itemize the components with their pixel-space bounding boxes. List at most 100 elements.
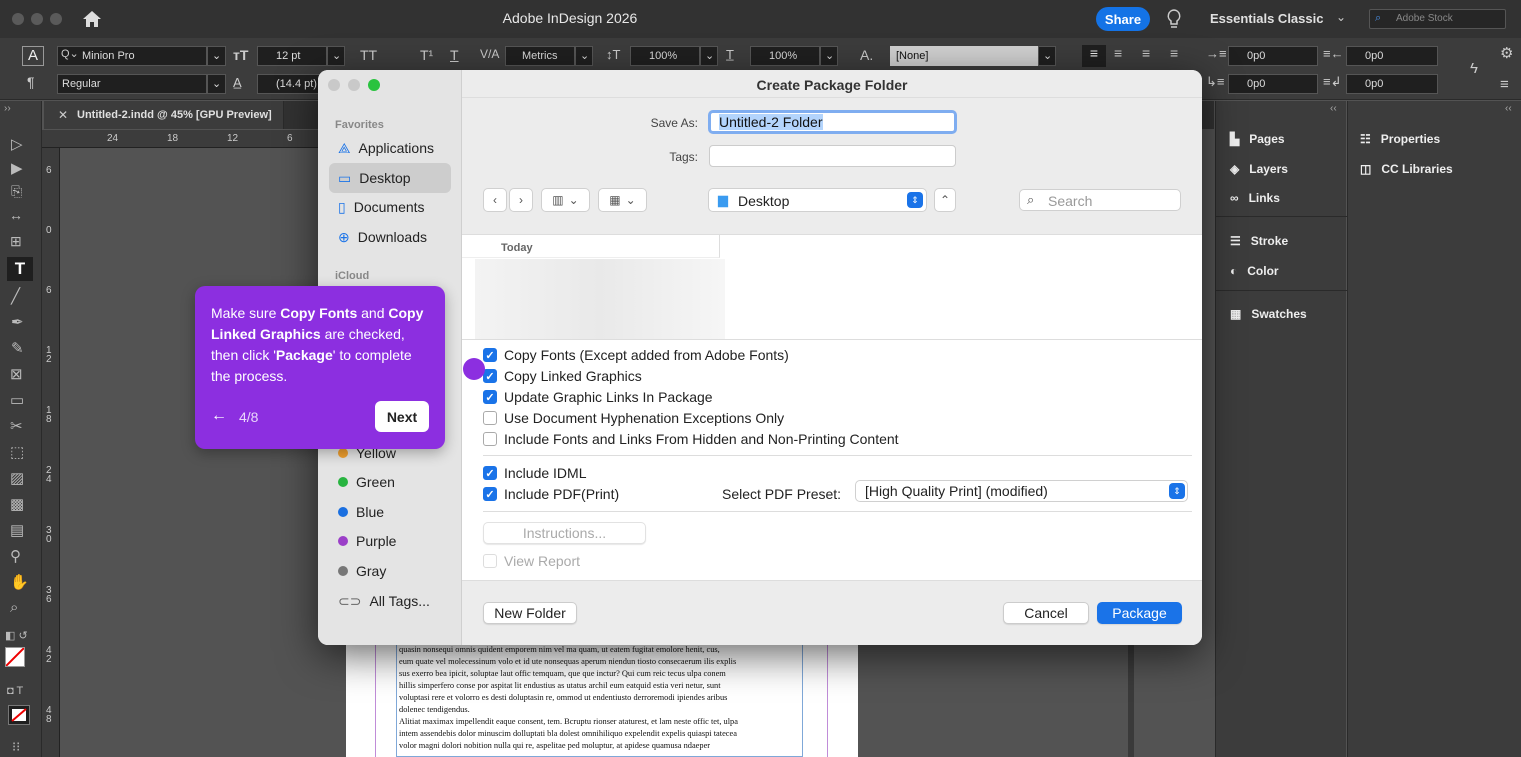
group-button[interactable]: ▦ ⌄ bbox=[598, 188, 647, 212]
justify-button[interactable]: ≡ bbox=[1170, 45, 1178, 61]
view-mode-button[interactable]: ▥ ⌄ bbox=[541, 188, 590, 212]
font-family-dropdown[interactable]: ⌄ bbox=[207, 46, 226, 66]
paragraph-mode-button[interactable]: ¶ bbox=[27, 74, 35, 90]
all-caps-button[interactable]: TT bbox=[360, 47, 377, 63]
underline-button[interactable]: T bbox=[450, 47, 459, 63]
leading-field[interactable]: (14.4 pt) bbox=[257, 74, 327, 94]
option-include-idml[interactable]: ✓ Include IDML bbox=[483, 465, 586, 481]
color-panel-button[interactable]: ◐ Color bbox=[1230, 264, 1279, 278]
sidebar-item-applications[interactable]: ⟁ Applications bbox=[329, 133, 451, 163]
first-line-indent-field[interactable]: 0p0 bbox=[1228, 74, 1318, 94]
font-size-dropdown[interactable]: ⌄ bbox=[327, 46, 345, 66]
blurred-file-list[interactable] bbox=[475, 259, 725, 339]
align-right-button[interactable]: ≡ bbox=[1142, 45, 1150, 61]
cc-libraries-panel-button[interactable]: ◫ CC Libraries bbox=[1360, 162, 1453, 176]
kerning-dropdown[interactable]: ⌄ bbox=[575, 46, 593, 66]
direct-selection-tool-icon[interactable]: ▶ bbox=[11, 159, 23, 177]
gradient-feather-tool-icon[interactable]: ▩ bbox=[10, 495, 24, 513]
document-tab[interactable]: ✕ Untitled-2.indd @ 45% [GPU Preview] bbox=[44, 101, 284, 129]
checkbox-checked[interactable]: ✓ bbox=[483, 348, 497, 362]
dialog-minimize-button[interactable] bbox=[348, 79, 360, 91]
checkbox-checked[interactable]: ✓ bbox=[483, 369, 497, 383]
content-collector-icon[interactable]: ⊞ bbox=[10, 233, 22, 250]
line-tool-icon[interactable]: ╱ bbox=[11, 287, 20, 305]
lightbulb-icon[interactable] bbox=[1164, 8, 1184, 30]
hand-tool-icon[interactable]: ✋ bbox=[10, 573, 29, 591]
new-folder-button[interactable]: New Folder bbox=[483, 602, 577, 624]
eyedropper-tool-icon[interactable]: ⚲ bbox=[10, 547, 21, 565]
option-hyphenation-exceptions[interactable]: Use Document Hyphenation Exceptions Only bbox=[483, 410, 784, 426]
arrow-left-icon[interactable]: ← bbox=[211, 407, 227, 425]
fill-swatch[interactable] bbox=[5, 647, 25, 667]
dialog-close-button[interactable] bbox=[328, 79, 340, 91]
rectangle-frame-tool-icon[interactable]: ⊠ bbox=[10, 365, 23, 383]
option-hidden-content[interactable]: Include Fonts and Links From Hidden and … bbox=[483, 431, 899, 447]
checkbox-unchecked[interactable] bbox=[483, 432, 497, 446]
rectangle-tool-icon[interactable]: ▭ bbox=[10, 391, 24, 409]
align-center-button[interactable]: ≡ bbox=[1114, 45, 1122, 61]
option-include-pdf[interactable]: ✓ Include PDF(Print) bbox=[483, 486, 619, 502]
text-frame[interactable]: quasin nonsequi omnis quident emporem ni… bbox=[396, 644, 803, 757]
horizontal-scale-field[interactable]: 100% bbox=[750, 46, 820, 66]
kerning-field[interactable]: Metrics bbox=[505, 46, 575, 66]
last-line-indent-field[interactable]: 0p0 bbox=[1346, 74, 1438, 94]
chevron-down-icon[interactable]: ⌄ bbox=[1336, 10, 1346, 24]
option-copy-fonts[interactable]: ✓ Copy Fonts (Except added from Adobe Fon… bbox=[483, 347, 789, 363]
option-view-report[interactable]: View Report bbox=[483, 553, 580, 569]
formatting-container-icon[interactable]: ◘ T bbox=[7, 685, 23, 697]
screen-mode-icon[interactable]: ⁝⁝ bbox=[12, 739, 20, 755]
type-tool-icon[interactable]: T bbox=[7, 257, 33, 281]
character-mode-button[interactable]: A bbox=[22, 46, 44, 66]
collapse-browser-button[interactable]: ⌃ bbox=[934, 188, 956, 212]
package-button[interactable]: Package bbox=[1097, 602, 1182, 624]
collapse-icon[interactable]: ‹‹ bbox=[1330, 103, 1337, 114]
collapse-icon[interactable]: ‹‹ bbox=[1505, 103, 1512, 114]
sidebar-tag-gray[interactable]: Gray bbox=[329, 556, 451, 586]
sidebar-item-desktop[interactable]: ▭ Desktop bbox=[329, 163, 451, 193]
align-left-button[interactable]: ≡ bbox=[1082, 45, 1106, 67]
sidebar-tag-green[interactable]: Green bbox=[329, 467, 451, 497]
sidebar-item-documents[interactable]: ▯ Documents bbox=[329, 192, 451, 222]
checkbox-checked[interactable]: ✓ bbox=[483, 466, 497, 480]
back-button[interactable]: ‹ bbox=[483, 188, 507, 212]
pdf-preset-popup[interactable]: [High Quality Print] (modified) ⇕ bbox=[855, 480, 1188, 502]
file-browser[interactable]: Today bbox=[462, 234, 1202, 340]
page-tool-icon[interactable]: ⎘ bbox=[11, 183, 22, 200]
pages-panel-button[interactable]: ▙ Pages bbox=[1230, 132, 1285, 146]
checkbox-unchecked[interactable] bbox=[483, 411, 497, 425]
horizontal-scale-dropdown[interactable]: ⌄ bbox=[820, 46, 838, 66]
checkbox-disabled[interactable] bbox=[483, 554, 497, 568]
pencil-tool-icon[interactable]: ✎ bbox=[11, 339, 24, 357]
sidebar-item-downloads[interactable]: ⊕ Downloads bbox=[329, 222, 451, 252]
document-page[interactable]: quasin nonsequi omnis quident emporem ni… bbox=[346, 640, 858, 757]
forward-button[interactable]: › bbox=[509, 188, 533, 212]
left-indent-field[interactable]: 0p0 bbox=[1228, 46, 1318, 66]
apply-none-button[interactable] bbox=[8, 705, 30, 725]
location-popup[interactable]: ▆ Desktop ⇕ bbox=[708, 188, 927, 212]
font-style-dropdown[interactable]: ⌄ bbox=[207, 74, 226, 94]
vertical-scale-field[interactable]: 100% bbox=[630, 46, 700, 66]
swatches-panel-button[interactable]: ▦ Swatches bbox=[1230, 307, 1307, 321]
font-size-field[interactable]: 12 pt bbox=[257, 46, 327, 66]
sidebar-all-tags[interactable]: ⊂⊃ All Tags... bbox=[329, 586, 451, 616]
menu-icon[interactable]: ≡ bbox=[1500, 76, 1509, 93]
save-as-input[interactable]: Untitled-2 Folder bbox=[708, 110, 957, 134]
checkbox-checked[interactable]: ✓ bbox=[483, 390, 497, 404]
font-style-field[interactable]: Regular bbox=[57, 74, 207, 94]
lightning-icon[interactable]: ϟ bbox=[1470, 60, 1478, 77]
zoom-tool-icon[interactable]: ⌕ bbox=[10, 599, 18, 616]
character-style-dropdown[interactable]: ⌄ bbox=[1038, 46, 1056, 66]
default-colors-icon[interactable]: ◧ ↺ bbox=[5, 629, 28, 642]
sidebar-tag-blue[interactable]: Blue bbox=[329, 497, 451, 527]
pen-tool-icon[interactable]: ✒ bbox=[11, 313, 24, 331]
share-button[interactable]: Share bbox=[1096, 7, 1150, 31]
next-button[interactable]: Next bbox=[375, 401, 429, 432]
stroke-panel-button[interactable]: ☰ Stroke bbox=[1230, 234, 1288, 248]
selection-tool-icon[interactable]: ▷ bbox=[11, 135, 23, 153]
close-icon[interactable]: ✕ bbox=[58, 108, 68, 122]
option-copy-linked-graphics[interactable]: ✓ Copy Linked Graphics bbox=[483, 368, 642, 384]
search-field[interactable]: ⌕ Search bbox=[1019, 189, 1181, 211]
stock-search-field[interactable]: ⌕ Adobe Stock bbox=[1369, 9, 1506, 29]
gradient-swatch-tool-icon[interactable]: ▨ bbox=[10, 469, 24, 487]
option-update-graphic-links[interactable]: ✓ Update Graphic Links In Package bbox=[483, 389, 713, 405]
